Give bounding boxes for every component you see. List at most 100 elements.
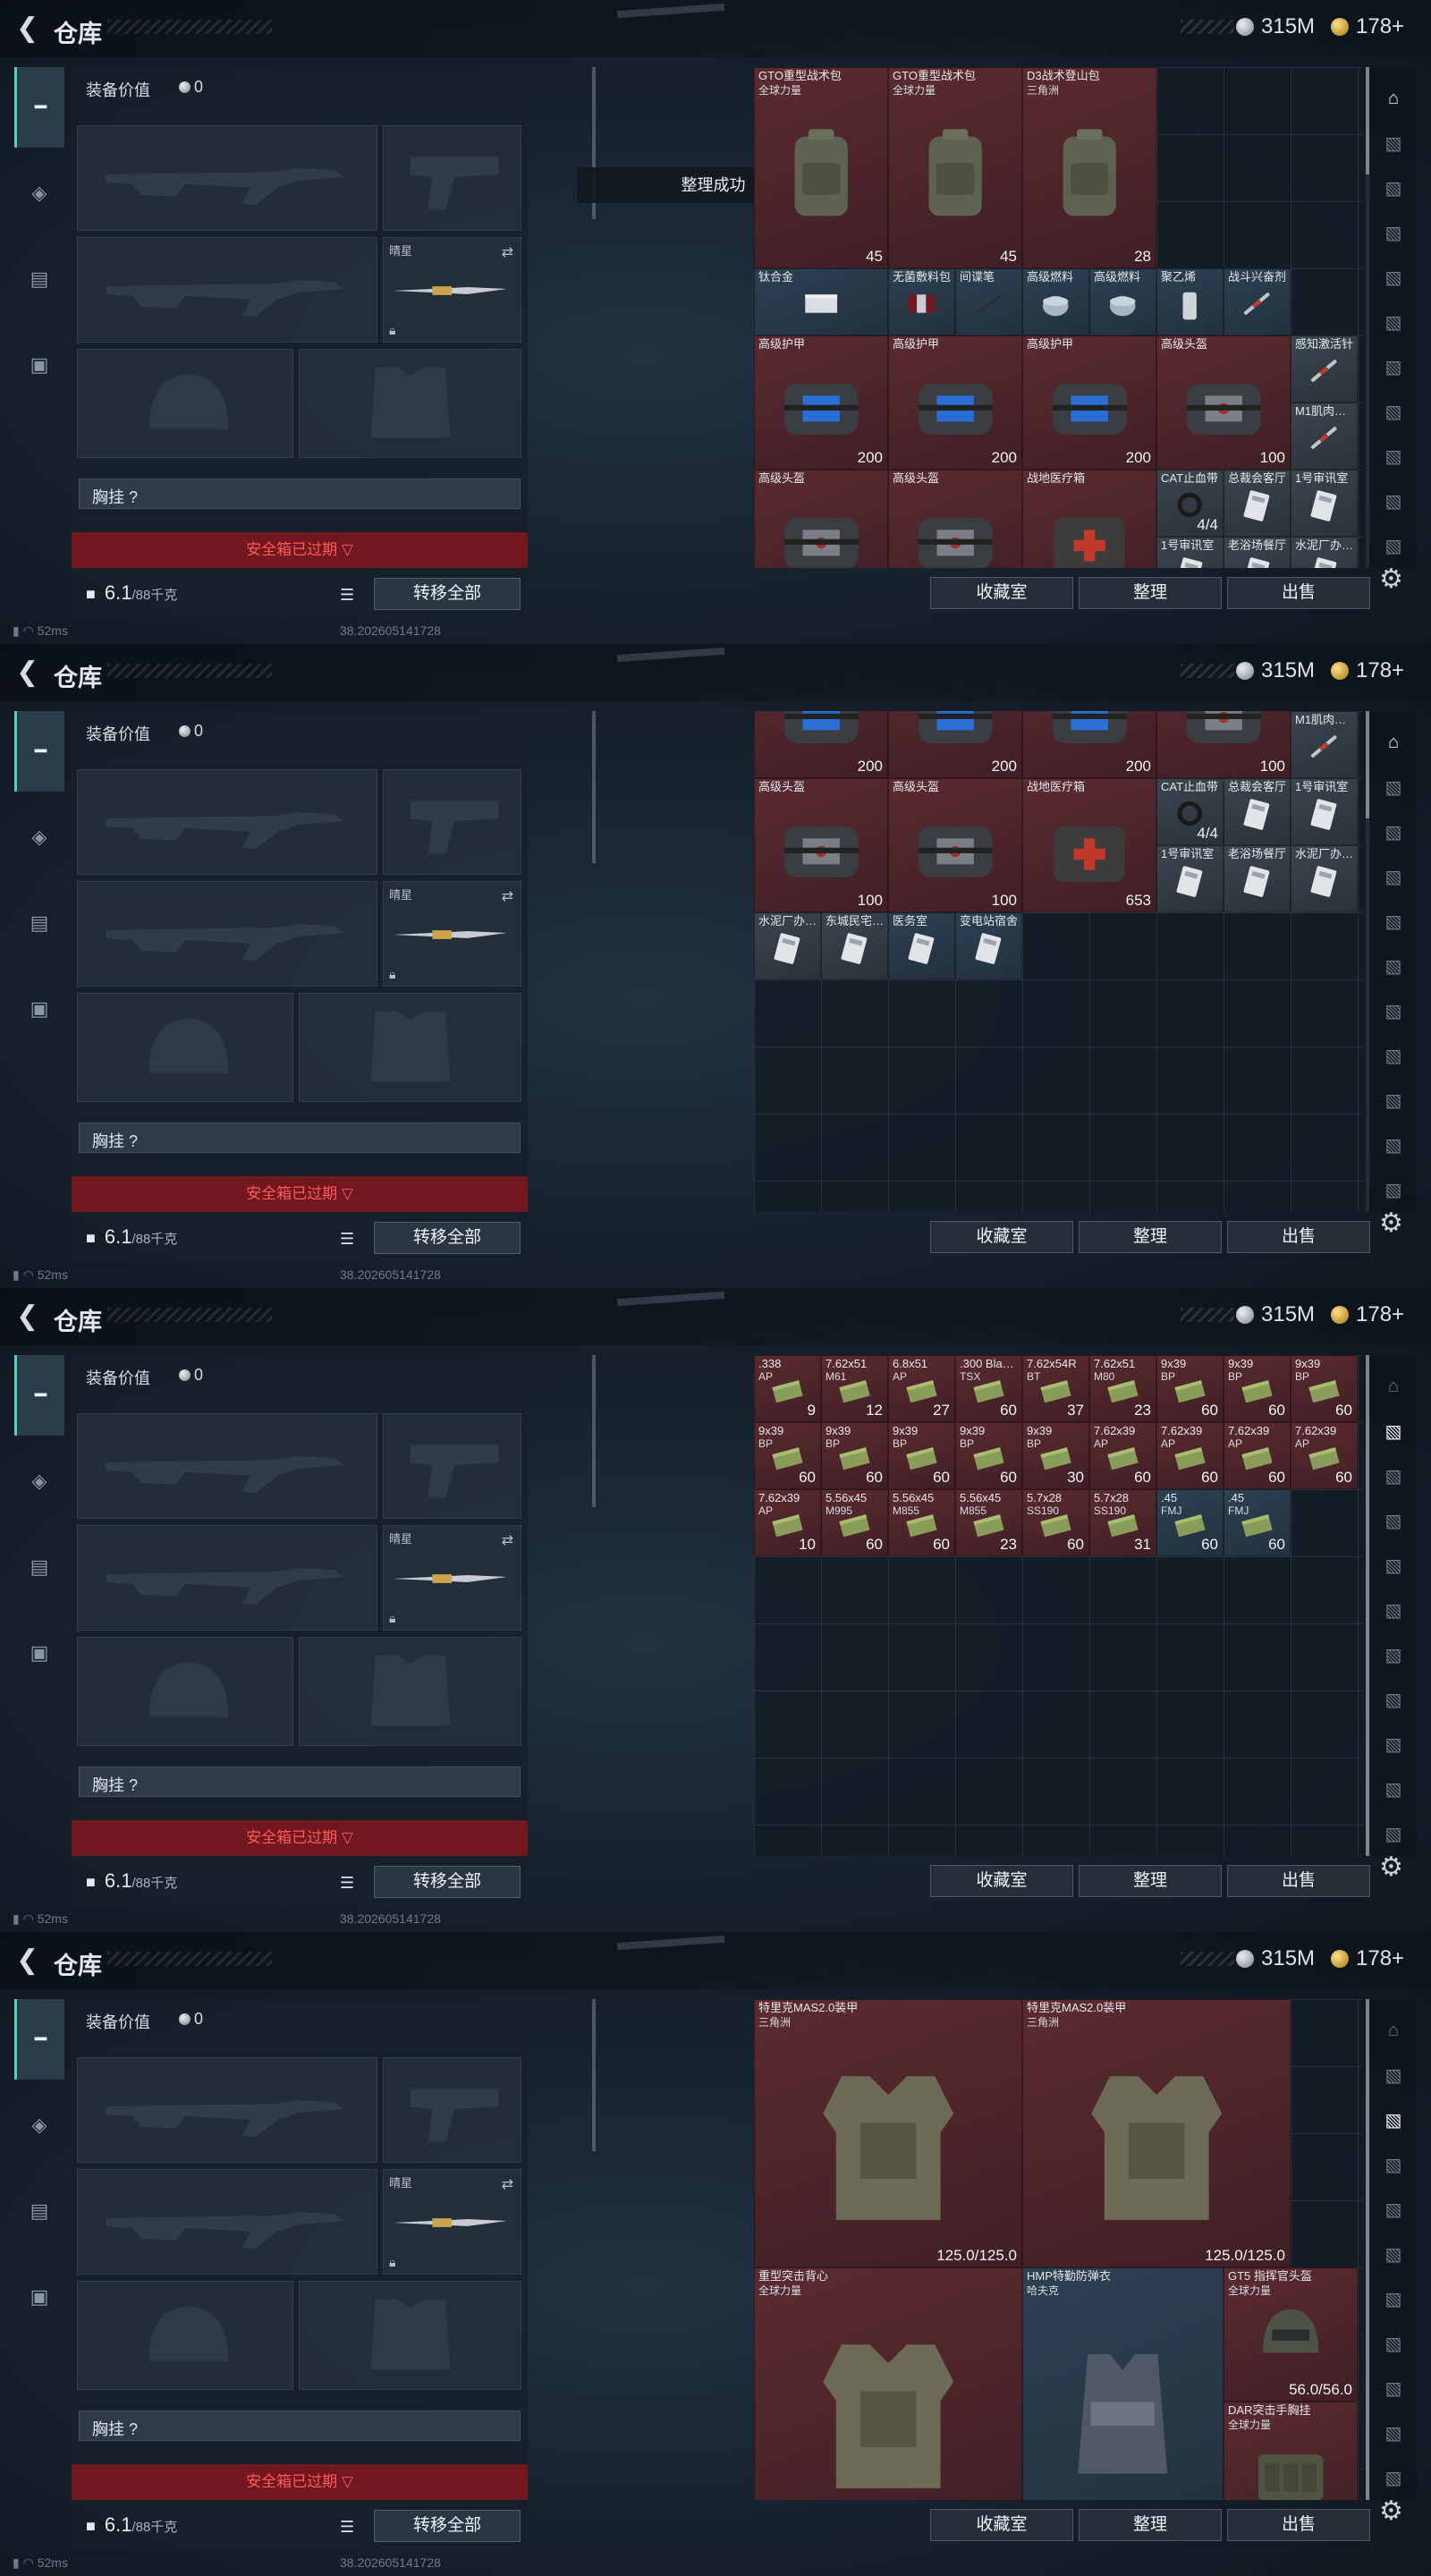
sort-button[interactable]: 整理 — [1079, 2509, 1222, 2541]
primary-weapon-slot[interactable] — [77, 2057, 377, 2163]
stash-tab-9[interactable]: ▧ — [1370, 434, 1417, 479]
stash-item[interactable]: 聚乙烯 — [1156, 268, 1224, 335]
stash-item[interactable]: HMP特勤防弹衣 哈夫克 — [1022, 2267, 1224, 2500]
stash-item[interactable]: 无菌敷料包 — [888, 268, 955, 335]
chest-rig-slot[interactable]: 胸挂 ? — [79, 2411, 521, 2441]
stash-item[interactable]: 战斗兴奋剂 — [1224, 268, 1291, 335]
stash-item[interactable]: 9x39 BP 60 — [754, 1422, 821, 1489]
stash-item[interactable]: 7.62x39 AP 60 — [1291, 1422, 1358, 1489]
stash-item[interactable]: 高级头盔100 — [754, 778, 888, 912]
stash-tab-10[interactable]: ▧ — [1370, 479, 1417, 523]
stash-tab-5[interactable]: ▧ — [1370, 255, 1417, 300]
stash-tab-6[interactable]: ▧ — [1370, 2232, 1417, 2276]
sort-button[interactable]: 整理 — [1079, 577, 1222, 609]
stash-tab-9[interactable]: ▧ — [1370, 1722, 1417, 1767]
stash-item[interactable]: 医务室 — [888, 912, 955, 979]
stash-tab-10[interactable]: ▧ — [1370, 1123, 1417, 1167]
tab-armor[interactable]: ◈ — [14, 2085, 64, 2165]
stash-tab-9[interactable]: ▧ — [1370, 2366, 1417, 2411]
stash-tab-6[interactable]: ▧ — [1370, 300, 1417, 344]
stash-tab-5[interactable]: ▧ — [1370, 899, 1417, 944]
stash-scroll-thumb[interactable] — [1366, 67, 1369, 174]
stash-item[interactable]: 特里克MAS2.0装甲 三角洲 125.0/125.0 — [754, 1999, 1022, 2267]
stash-item[interactable]: .338 AP 9 — [754, 1355, 821, 1422]
secure-case-expired-banner[interactable]: 安全箱已过期 ▽ — [72, 2464, 528, 2500]
sell-button[interactable]: 出售 — [1227, 577, 1370, 609]
transfer-all-button[interactable]: 转移全部 — [374, 1866, 521, 1898]
stash-item[interactable]: 100 — [1156, 711, 1291, 778]
stash-tab-8[interactable]: ▧ — [1370, 389, 1417, 434]
pistol-slot[interactable] — [383, 1413, 521, 1519]
sell-button[interactable]: 出售 — [1227, 1865, 1370, 1897]
stash-item[interactable]: 水泥厂办… — [1291, 845, 1358, 912]
stash-item[interactable]: 5.56x45 M995 60 — [821, 1489, 888, 1556]
transfer-all-button[interactable]: 转移全部 — [374, 1222, 521, 1254]
secure-case-expired-banner[interactable]: 安全箱已过期 ▽ — [72, 532, 528, 568]
stash-tab-1[interactable]: ⌂ — [1370, 720, 1417, 765]
stash-item[interactable]: 7.62x51 M80 23 — [1089, 1355, 1156, 1422]
stash-item[interactable]: DAR突击手胸挂 全球力量 — [1224, 2402, 1358, 2500]
stash-tab-6[interactable]: ▧ — [1370, 1588, 1417, 1632]
settings-gear-icon[interactable]: ⚙ — [1379, 2496, 1403, 2527]
transfer-all-button[interactable]: 转移全部 — [374, 2510, 521, 2542]
stash-grid[interactable]: 特里克MAS2.0装甲 三角洲 125.0/125.0 特里克MAS2.0装甲 三角洲 1… — [754, 1999, 1362, 2500]
stash-tab-1[interactable]: ⌂ — [1370, 76, 1417, 121]
gold-currency[interactable]: 178+ — [1331, 1946, 1404, 1971]
stash-tab-5[interactable]: ▧ — [1370, 2187, 1417, 2232]
primary-weapon-slot[interactable] — [77, 1413, 377, 1519]
secondary-weapon-slot[interactable] — [77, 1525, 377, 1631]
stash-item[interactable]: 战地医疗箱 653 — [1022, 778, 1156, 912]
chest-rig-slot[interactable]: 胸挂 ? — [79, 1767, 521, 1797]
stash-tab-3[interactable]: ▧ — [1370, 1453, 1417, 1498]
stash-item[interactable]: GT5 指挥官头盔 全球力量 56.0/56.0 — [1224, 2267, 1358, 2402]
stash-item[interactable]: 总裁会客厅 — [1224, 778, 1291, 845]
stash-tab-8[interactable]: ▧ — [1370, 1033, 1417, 1078]
sell-button[interactable]: 出售 — [1227, 2509, 1370, 2541]
stash-item[interactable]: 200 — [1022, 711, 1156, 778]
melee-slot[interactable]: 晴星 ⇄ 🔒︎ — [383, 881, 521, 987]
armor-slot[interactable] — [299, 349, 521, 458]
stash-tab-2[interactable]: ▧ — [1370, 1409, 1417, 1453]
stash-item[interactable]: 间谍笔 — [955, 268, 1022, 335]
gold-currency[interactable]: 178+ — [1331, 1302, 1404, 1327]
tab-backpack[interactable]: ▤ — [14, 239, 64, 319]
tab-backpack[interactable]: ▤ — [14, 2171, 64, 2251]
stash-tab-7[interactable]: ▧ — [1370, 1632, 1417, 1677]
stash-tab-10[interactable]: ▧ — [1370, 2411, 1417, 2455]
stash-tab-8[interactable]: ▧ — [1370, 1677, 1417, 1722]
stash-item[interactable]: 高级头盔100 — [888, 470, 1022, 568]
tab-armor[interactable]: ◈ — [14, 153, 64, 233]
stash-tab-7[interactable]: ▧ — [1370, 344, 1417, 389]
stash-item[interactable]: 老浴场餐厅 — [1224, 537, 1291, 568]
melee-slot[interactable]: 晴星 ⇄ 🔒︎ — [383, 237, 521, 343]
settings-gear-icon[interactable]: ⚙ — [1379, 1208, 1403, 1239]
stash-item[interactable]: 高级燃料 — [1089, 268, 1156, 335]
stash-item[interactable]: 高级头盔100 — [1156, 335, 1291, 470]
helmet-slot[interactable] — [77, 993, 293, 1102]
stash-item[interactable]: .45 FMJ 60 — [1156, 1489, 1224, 1556]
stash-item[interactable]: D3战术登山包 三角洲 28 — [1022, 67, 1156, 268]
collection-button[interactable]: 收藏室 — [930, 2509, 1073, 2541]
stash-tab-11[interactable]: ▧ — [1370, 2455, 1417, 2500]
stash-tab-3[interactable]: ▧ — [1370, 809, 1417, 854]
collection-button[interactable]: 收藏室 — [930, 1221, 1073, 1253]
tab-armor[interactable]: ◈ — [14, 797, 64, 877]
primary-weapon-slot[interactable] — [77, 125, 377, 231]
stash-item[interactable]: 高级头盔100 — [754, 470, 888, 568]
chest-rig-slot[interactable]: 胸挂 ? — [79, 479, 521, 509]
stash-item[interactable]: 9x39 BP 60 — [955, 1422, 1022, 1489]
stash-tab-6[interactable]: ▧ — [1370, 944, 1417, 988]
armor-slot[interactable] — [299, 1637, 521, 1746]
stash-tab-3[interactable]: ▧ — [1370, 165, 1417, 210]
stash-grid[interactable]: 200 200 200 100 M1肌肉… 高级头盔 100 高级头盔 100 战地医疗箱 653 C… — [754, 711, 1362, 1212]
tab-weapons[interactable]: ━ — [14, 711, 64, 792]
stash-item[interactable]: .300 Bla… TSX 60 — [955, 1355, 1022, 1422]
stash-item[interactable]: 总裁会客厅 — [1224, 470, 1291, 537]
tab-case[interactable]: ▣ — [14, 2257, 64, 2337]
stash-grid[interactable]: GTO重型战术包 全球力量 45 GTO重型战术包 全球力量 45 D3战术登山包 三角洲 28… — [754, 67, 1362, 568]
primary-weapon-slot[interactable] — [77, 769, 377, 875]
stash-scroll-thumb[interactable] — [1366, 711, 1369, 818]
stash-item[interactable]: 7.62x39 AP 10 — [754, 1489, 821, 1556]
stash-tab-4[interactable]: ▧ — [1370, 854, 1417, 899]
silver-currency[interactable]: 315M — [1236, 1302, 1315, 1327]
